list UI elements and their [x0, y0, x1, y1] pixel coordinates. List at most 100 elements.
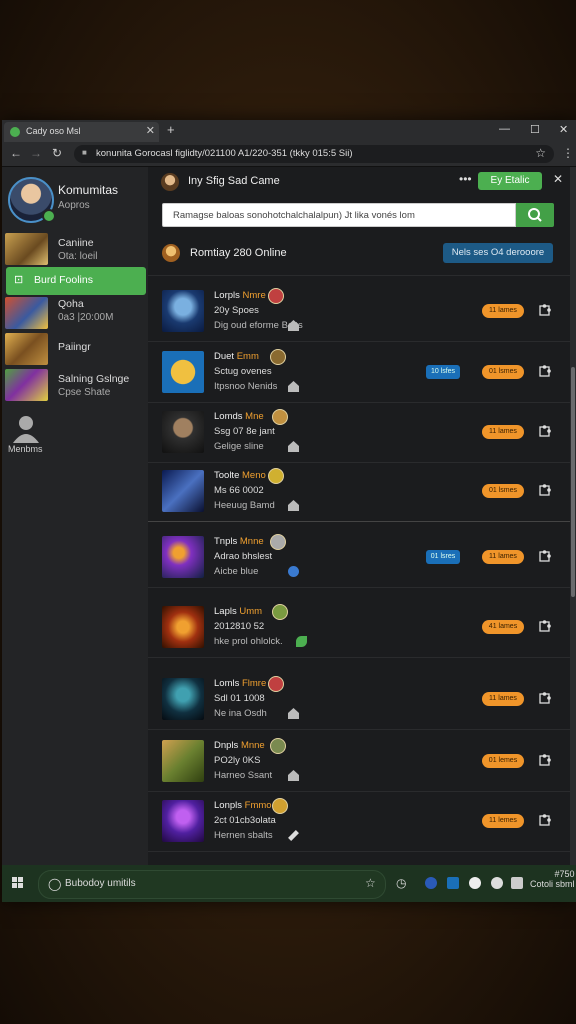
sidebar-item-caniine-sub: Ota: loeil [58, 251, 98, 262]
taskbar-app-icon-2[interactable] [447, 877, 459, 889]
sidebar-thumb-caniine[interactable] [5, 233, 48, 265]
taskbar-search[interactable]: ◯ Bubodoy umitils ☆ [38, 870, 386, 899]
taskbar-app-icon-3[interactable] [469, 877, 481, 889]
row-tag: Meno [242, 470, 266, 481]
status-badge[interactable]: 41 lames [482, 620, 524, 634]
browser-tab[interactable]: Cady oso Msl ✕ [4, 122, 159, 142]
browser-menu-icon[interactable]: ⋮ [562, 146, 574, 160]
list-item[interactable]: Lapls Umm 2012810 52 hke prol ohlolck. 41 l… [148, 598, 570, 658]
sidebar-thumb-salning[interactable] [5, 369, 48, 401]
puzzle-icon[interactable] [538, 424, 552, 438]
sidebar-item-burd-foolins[interactable]: ⊡ Burd Foolins [6, 267, 146, 295]
status-badge[interactable]: 11 lames [482, 550, 524, 564]
search-button[interactable] [516, 203, 554, 227]
clock-icon[interactable]: ◷ [396, 876, 406, 890]
puzzle-icon[interactable] [538, 303, 552, 317]
taskbar-app-icon-5[interactable] [511, 877, 523, 889]
game-thumbnail[interactable] [162, 290, 204, 332]
puzzle-icon[interactable] [538, 753, 552, 767]
new-tab-button[interactable]: + [167, 122, 175, 137]
list-item[interactable]: Lomls Flmre Sdl 01 1008 Ne ina Osdh 11 lame… [148, 670, 570, 730]
puzzle-icon[interactable] [538, 619, 552, 633]
sidebar-thumb-qoha[interactable] [5, 297, 48, 329]
row-name: Lapls [214, 606, 237, 617]
row-detail: Gelige sline [214, 441, 264, 452]
status-badge[interactable]: 11 lames [482, 425, 524, 439]
row-tag: Nmre [242, 290, 266, 301]
puzzle-icon[interactable] [538, 483, 552, 497]
close-icon[interactable]: ✕ [553, 172, 563, 186]
forward-arrow-icon[interactable]: → [30, 146, 42, 160]
list-item[interactable]: Lonpls Fmmo 2ct 01cb3olata Hernen sbalts 11… [148, 792, 570, 852]
brush-icon [288, 830, 299, 841]
list-item[interactable]: Toolte Meno Ms 66 0002 Heeuug Bamd 01 lsmes [148, 462, 570, 522]
more-options-icon[interactable]: ••• [459, 172, 472, 186]
url-text: konunita Gorocasl figlidty/021100 A1/220… [96, 148, 353, 159]
status-badge[interactable]: 01 lsmes [482, 484, 524, 498]
game-thumbnail[interactable] [162, 740, 204, 782]
members-icon[interactable] [11, 413, 41, 443]
taskbar-star-icon[interactable]: ☆ [365, 876, 376, 890]
sidebar-item-qoha[interactable]: Qoha [58, 298, 84, 310]
minimize-button[interactable]: — [499, 123, 510, 135]
sidebar-item-caniine[interactable]: Caniine [58, 237, 94, 249]
game-thumbnail[interactable] [162, 536, 204, 578]
puzzle-icon[interactable] [538, 813, 552, 827]
taskbar-clock[interactable]: #750 Cotoli sbml [530, 869, 575, 889]
sidebar-item-salning[interactable]: Salning Gslnge [58, 373, 129, 385]
game-thumbnail[interactable] [162, 678, 204, 720]
status-badge[interactable]: 11 lemes [482, 814, 524, 828]
online-action-button[interactable]: Nels ses O4 derooore [443, 243, 553, 263]
row-tag: Fmmo [244, 800, 272, 811]
house-icon [288, 708, 299, 719]
reload-icon[interactable]: ↻ [52, 146, 62, 160]
header-action-button[interactable]: Ey Etalic [478, 172, 542, 190]
sidebar-item-paiingr[interactable]: Paiingr [58, 341, 91, 353]
online-count-label: Romtiay 280 Online [190, 247, 287, 259]
game-thumbnail[interactable] [162, 351, 204, 393]
status-badge[interactable]: 11 lames [482, 304, 524, 318]
search-input[interactable]: Ramagse baloas sonohotchalchalalpun) Jt … [162, 203, 516, 227]
row-subtitle: PO2ly 0KS [214, 755, 261, 766]
taskbar-app-icon-1[interactable] [425, 877, 437, 889]
status-badge[interactable]: 01 lsmes [482, 365, 524, 379]
game-thumbnail[interactable] [162, 411, 204, 453]
house-icon [288, 770, 299, 781]
chat-icon: ⊡ [14, 274, 24, 286]
tab-title: Cady oso Msl [26, 126, 81, 136]
status-badge[interactable]: 01 lemes [482, 754, 524, 768]
close-window-button[interactable]: ✕ [559, 123, 568, 136]
game-thumbnail[interactable] [162, 800, 204, 842]
main-panel: Iny Sfig Sad Came ••• Ey Etalic ✕ Ramags… [148, 167, 570, 865]
puzzle-icon[interactable] [538, 549, 552, 563]
search-icon [528, 208, 542, 222]
row-subtitle: Sdl 01 1008 [214, 693, 265, 704]
sidebar-thumb-paiingr[interactable] [5, 333, 48, 365]
back-arrow-icon[interactable]: ← [10, 146, 22, 160]
row-tag: Emm [236, 351, 259, 362]
taskbar-app-icon-4[interactable] [491, 877, 503, 889]
list-item[interactable]: Tnpls Mnne Adrao bhslest Aicbe blue 01 lsre… [148, 528, 570, 588]
puzzle-icon[interactable] [538, 691, 552, 705]
row-title: Lomds Mne [214, 411, 264, 422]
divider [148, 275, 570, 276]
list-item[interactable]: Lomds Mne Ssg 07 8e jant Gelige sline 11 la… [148, 403, 570, 463]
list-item[interactable]: Lorpls Nmre 20y Spoes Dig oud eforme Baits… [148, 282, 570, 342]
game-thumbnail[interactable] [162, 606, 204, 648]
maximize-button[interactable]: ☐ [530, 123, 540, 136]
list-item[interactable]: Duet Emm Sctug ovenes Itpsnoo Nenids 10 lsf… [148, 343, 570, 403]
close-tab-icon[interactable]: ✕ [146, 124, 155, 137]
game-thumbnail[interactable] [162, 470, 204, 512]
windows-start-icon[interactable] [12, 877, 24, 889]
puzzle-icon[interactable] [538, 364, 552, 378]
status-badge[interactable]: 11 lames [482, 692, 524, 706]
list-item[interactable]: Dnpls Mnne PO2ly 0KS Harneo Ssant 01 lemes [148, 732, 570, 792]
taskbar-search-text: Bubodoy umitils [65, 878, 136, 889]
scrollbar[interactable] [570, 167, 576, 865]
bookmark-star-icon[interactable]: ☆ [535, 146, 546, 160]
url-input[interactable]: ■ konunita Gorocasl figlidty/021100 A1/2… [74, 145, 554, 163]
row-subtitle: Ms 66 0002 [214, 485, 264, 496]
online-indicator-icon [162, 244, 180, 262]
scrollbar-thumb[interactable] [571, 367, 575, 597]
row-tag: Mnne [239, 536, 264, 547]
